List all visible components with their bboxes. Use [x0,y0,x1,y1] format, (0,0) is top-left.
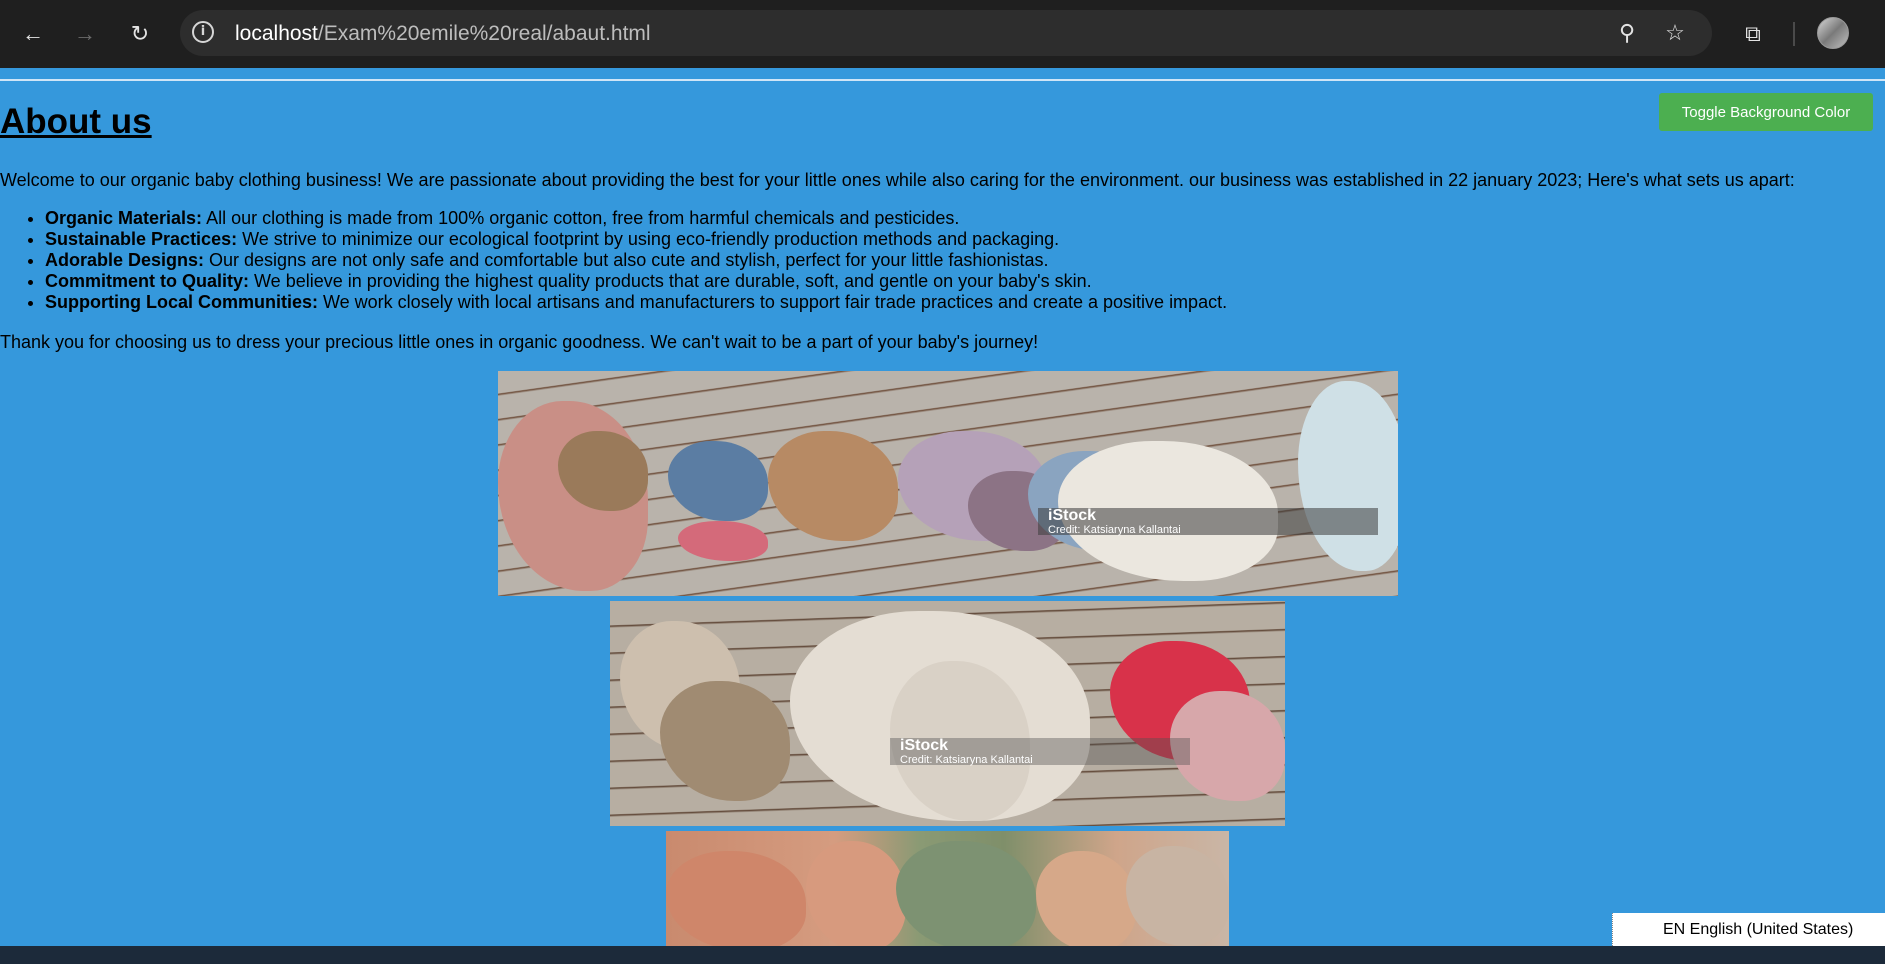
feature-text: We work closely with local artisans and … [318,292,1228,312]
feature-term: Adorable Designs: [45,250,205,270]
clothes-rack-shape [806,841,906,946]
list-item: Supporting Local Communities: We work cl… [45,292,1227,313]
info-icon[interactable]: i [192,21,214,43]
thank-you-paragraph: Thank you for choosing us to dress your … [0,332,1039,352]
feature-term: Sustainable Practices: [45,229,238,249]
feature-text: Our designs are not only safe and comfor… [204,250,1049,270]
feature-term: Organic Materials: [45,208,203,228]
star-icon[interactable]: ☆ [1662,20,1688,46]
feature-text: All our clothing is made from 100% organ… [202,208,960,228]
list-item: Commitment to Quality: We believe in pro… [45,271,1227,292]
browser-toolbar: ← → ↻ i localhost/Exam%20emile%20real/ab… [0,0,1885,68]
page-top-rule [0,79,1885,81]
page-title: About us [0,102,152,141]
features-list: Organic Materials: All our clothing is m… [0,208,1227,313]
os-taskbar [0,946,1885,964]
language-indicator[interactable]: EN English (United States) [1612,913,1885,946]
feature-term: Supporting Local Communities: [45,292,318,312]
puzzle-piece-icon[interactable]: ⧉ [1735,16,1771,52]
store-photo-1: iStock Credit: Katsiaryna Kallantai [498,371,1398,596]
clothes-rack-shape [768,431,898,541]
clothes-rack-shape [668,441,768,521]
stock-watermark: iStock Credit: Katsiaryna Kallantai [890,737,1190,766]
zoom-icon[interactable]: ⚲ [1614,20,1640,46]
clothes-rack-shape [896,841,1036,946]
list-item: Organic Materials: All our clothing is m… [45,208,1227,229]
stock-watermark: iStock Credit: Katsiaryna Kallantai [1038,507,1378,536]
watermark-credit: Credit: Katsiaryna Kallantai [1048,524,1181,536]
clothes-rack-shape [678,521,768,561]
feature-text: We strive to minimize our ecological foo… [237,229,1060,249]
watermark-brand: iStock [1048,507,1097,524]
clothes-rack-shape [1036,851,1136,946]
avatar[interactable] [1817,17,1849,49]
reload-icon[interactable]: ↻ [122,16,158,52]
url-text[interactable]: localhost/Exam%20emile%20real/abaut.html [235,22,651,46]
list-item: Adorable Designs: Our designs are not on… [45,250,1227,271]
list-item: Sustainable Practices: We strive to mini… [45,229,1227,250]
url-host: localhost [235,22,318,45]
store-photo-3 [666,831,1229,946]
toolbar-divider [1793,22,1795,46]
watermark-credit: Credit: Katsiaryna Kallantai [900,754,1033,766]
store-photo-2: iStock Credit: Katsiaryna Kallantai [610,601,1285,826]
forward-arrow-icon[interactable]: → [67,16,103,52]
feature-text: We believe in providing the highest qual… [249,271,1092,291]
intro-paragraph: Welcome to our organic baby clothing bus… [0,170,1795,190]
clothes-rack-shape [666,851,806,946]
clothes-rack-shape [660,681,790,801]
clothes-rack-shape [1126,846,1229,946]
feature-term: Commitment to Quality: [45,271,250,291]
watermark-brand: iStock [900,737,949,754]
toggle-background-button[interactable]: Toggle Background Color [1659,93,1873,131]
clothes-rack-shape [1298,381,1398,571]
address-bar[interactable]: i localhost/Exam%20emile%20real/abaut.ht… [180,10,1712,56]
back-arrow-icon[interactable]: ← [15,16,51,52]
url-path: /Exam%20emile%20real/abaut.html [317,22,651,45]
